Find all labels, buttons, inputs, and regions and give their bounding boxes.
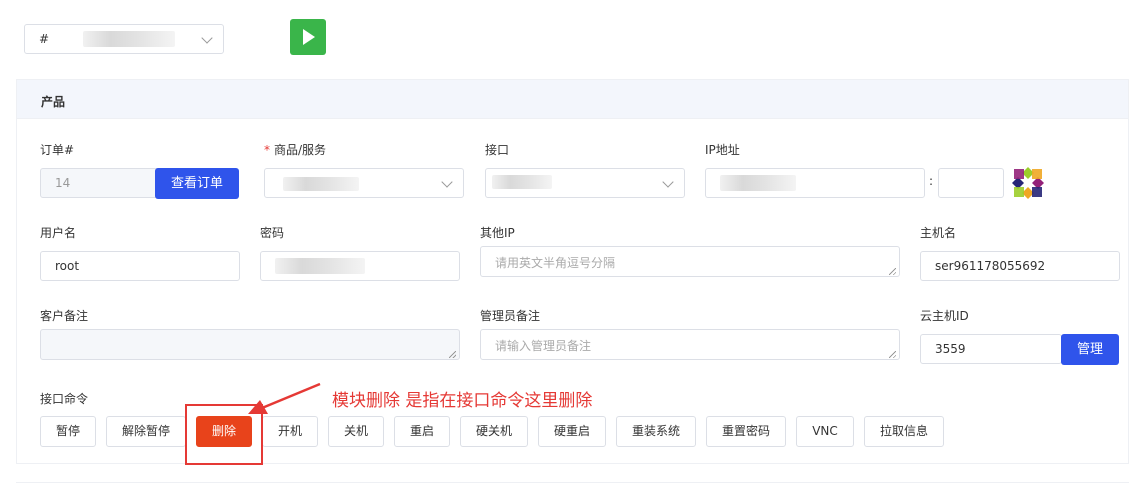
play-icon [303, 29, 315, 45]
other-ip-label: 其他IP [480, 226, 515, 240]
vnc-button[interactable]: VNC [796, 416, 854, 447]
chevron-down-icon [441, 176, 453, 188]
other-ip-textarea[interactable]: 请用英文半角逗号分隔 [480, 246, 900, 277]
redacted-value [720, 175, 796, 191]
annotation-arrow-icon [248, 382, 321, 414]
cloud-id-label: 云主机ID [920, 309, 969, 323]
order-input: 14 [40, 168, 160, 198]
cloud-id-input[interactable]: 3559 [920, 334, 1062, 364]
hard-reboot-button[interactable]: 硬重启 [538, 416, 606, 447]
redacted-value [283, 177, 359, 191]
panel-header: 产品 [17, 80, 1128, 119]
username-label: 用户名 [40, 226, 77, 240]
reinstall-button[interactable]: 重装系统 [616, 416, 696, 447]
manage-button[interactable]: 管理 [1061, 334, 1119, 365]
username-input[interactable]: root [40, 251, 240, 281]
reboot-button[interactable]: 重启 [394, 416, 450, 447]
chevron-down-icon [662, 176, 674, 188]
interface-label: 接口 [485, 143, 510, 157]
run-button[interactable] [290, 19, 326, 55]
redacted-value [275, 258, 365, 274]
resize-handle[interactable] [889, 351, 896, 358]
resize-handle[interactable] [449, 351, 456, 358]
ip-port-separator: : [929, 174, 934, 188]
redacted-value [83, 31, 175, 47]
product-label: * 商品/服务 [264, 141, 326, 158]
fetch-info-button[interactable]: 拉取信息 [864, 416, 944, 447]
interface-select[interactable] [485, 168, 685, 198]
chevron-down-icon [201, 32, 213, 44]
pause-button[interactable]: 暂停 [40, 416, 96, 447]
port-input[interactable] [938, 168, 1004, 198]
hostname-label: 主机名 [920, 226, 957, 240]
customer-note-label: 客户备注 [40, 309, 89, 323]
resize-handle[interactable] [889, 268, 896, 275]
required-mark: * [264, 143, 270, 157]
centos-logo-icon [1012, 167, 1044, 199]
ip-label: IP地址 [705, 143, 740, 157]
admin-note-textarea[interactable]: 请输入管理员备注 [480, 329, 900, 360]
product-select[interactable] [264, 168, 464, 198]
password-label: 密码 [260, 226, 285, 240]
redacted-value [492, 175, 552, 189]
password-input[interactable] [260, 251, 460, 281]
admin-note-label: 管理员备注 [480, 309, 541, 323]
customer-note-textarea [40, 329, 460, 360]
product-label-text: 商品/服务 [274, 143, 327, 157]
power-off-button[interactable]: 关机 [328, 416, 384, 447]
view-order-button[interactable]: 查看订单 [155, 168, 239, 199]
power-on-button[interactable]: 开机 [262, 416, 318, 447]
panel-title: 产品 [41, 95, 66, 109]
ip-input[interactable] [705, 168, 925, 198]
annotation-text: 模块删除 是指在接口命令这里删除 [332, 391, 593, 411]
select-prefix: # [39, 32, 50, 46]
hard-off-button[interactable]: 硬关机 [460, 416, 528, 447]
server-select[interactable]: # [24, 24, 224, 54]
hostname-input[interactable]: ser961178055692 [920, 251, 1120, 281]
divider [16, 482, 1129, 483]
reset-password-button[interactable]: 重置密码 [706, 416, 786, 447]
order-label: 订单# [40, 143, 75, 157]
commands-label: 接口命令 [40, 392, 89, 406]
unpause-button[interactable]: 解除暂停 [106, 416, 186, 447]
